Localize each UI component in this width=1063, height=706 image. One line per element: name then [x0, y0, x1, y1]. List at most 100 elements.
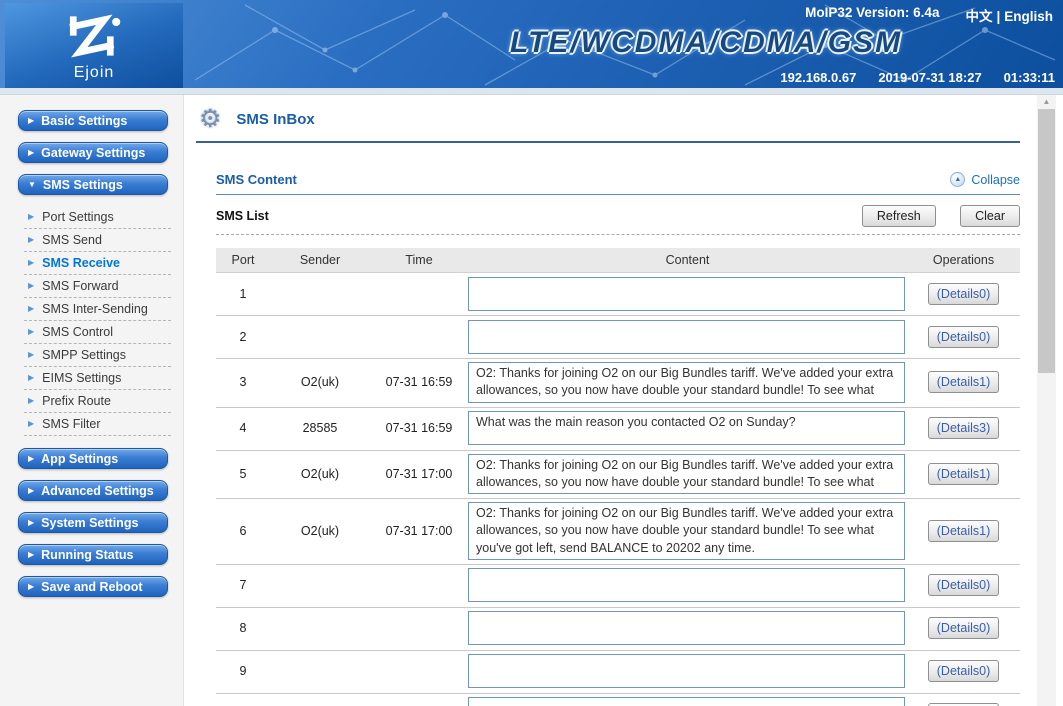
submenu-arrow-icon: ▶ — [28, 327, 35, 336]
sidebar-group-advanced-settings[interactable]: ▶ Advanced Settings — [18, 480, 168, 501]
chevron-right-icon: ▶ — [28, 147, 35, 157]
chevron-right-icon: ▶ — [28, 453, 35, 463]
port-cell: 3 — [239, 375, 247, 390]
table-header: Port Sender Time Content Operations — [216, 248, 1020, 273]
gear-icon: ⚙ — [199, 105, 222, 133]
sidebar-item-sms-inter-sending[interactable]: ▶ SMS Inter-Sending — [24, 298, 171, 321]
sidebar-group-basic-settings[interactable]: ▶ Basic Settings — [18, 110, 168, 131]
sidebar-item-port-settings[interactable]: ▶ Port Settings — [24, 206, 171, 229]
details-button[interactable]: (Details3) — [927, 417, 1000, 439]
table-row: 4 28585 07-31 16:59 What was the main re… — [216, 408, 1020, 451]
table-row: 5 O2(uk) 07-31 17:00 O2: Thanks for join… — [216, 451, 1020, 499]
sidebar-item-label: SMS Inter-Sending — [42, 302, 148, 316]
port-cell: 7 — [239, 578, 247, 593]
submenu-arrow-icon: ▶ — [28, 258, 35, 267]
lang-english-link[interactable]: English — [1004, 9, 1053, 24]
ejoin-logo-icon — [69, 14, 121, 57]
scrollbar-thumb[interactable] — [1038, 109, 1055, 373]
details-button[interactable]: (Details0) — [927, 617, 1000, 640]
time-cell: 07-31 16:59 — [385, 375, 453, 390]
collapse-label: Collapse — [971, 172, 1020, 187]
content-box — [468, 319, 905, 354]
sidebar-item-sms-filter[interactable]: ▶ SMS Filter — [24, 413, 171, 436]
chevron-right-icon: ▶ — [28, 517, 35, 527]
device-uptime: 01:33:11 — [1003, 70, 1055, 85]
port-cell: 6 — [239, 523, 247, 538]
details-button[interactable]: (Details1) — [927, 462, 1000, 485]
sender-cell: O2(uk) — [300, 375, 340, 390]
time-cell: 07-31 17:00 — [385, 523, 453, 538]
column-header-time: Time — [405, 253, 433, 267]
table-row: 3 O2(uk) 07-31 16:59 O2: Thanks for join… — [216, 359, 1020, 408]
sidebar-item-eims-settings[interactable]: ▶ EIMS Settings — [24, 367, 171, 390]
main-content: ⚙ SMS InBox SMS Content ▲ Collapse SMS L… — [184, 95, 1063, 706]
lang-chinese-link[interactable]: 中文 — [965, 9, 992, 24]
sidebar-group-label: Advanced Settings — [41, 483, 154, 498]
sidebar-group-running-status[interactable]: ▶ Running Status — [18, 544, 168, 565]
content-box — [468, 276, 905, 311]
details-button[interactable]: (Details1) — [927, 371, 1000, 394]
collapse-toggle[interactable]: ▲ Collapse — [950, 172, 1020, 187]
clear-button[interactable]: Clear — [960, 205, 1020, 227]
submenu-arrow-icon: ▶ — [28, 350, 35, 359]
column-header-content: Content — [665, 253, 710, 267]
sms-table: Port Sender Time Content Operations 1 (D… — [216, 248, 1020, 706]
time-cell: 07-31 17:00 — [385, 466, 453, 481]
collapse-icon: ▲ — [950, 172, 966, 187]
details-button[interactable]: (Details1) — [927, 519, 1000, 542]
sidebar-group-label: SMS Settings — [42, 177, 123, 192]
sidebar-group-label: Gateway Settings — [41, 145, 146, 160]
sidebar-group-app-settings[interactable]: ▶ App Settings — [18, 448, 168, 469]
sidebar-item-label: SMS Control — [42, 325, 114, 339]
submenu-arrow-icon: ▶ — [28, 373, 35, 382]
column-header-port: Port — [231, 253, 255, 267]
sidebar-group-sms-settings[interactable]: ▼ SMS Settings — [18, 174, 168, 195]
table-row: 6 O2(uk) 07-31 17:00 O2: Thanks for join… — [216, 499, 1020, 565]
sender-cell: O2(uk) — [300, 466, 340, 481]
sidebar-item-label: SMS Send — [42, 233, 102, 247]
details-button[interactable]: (Details0) — [927, 325, 1000, 348]
section-title: SMS Content — [216, 172, 297, 187]
chevron-down-icon: ▼ — [28, 179, 36, 189]
details-button[interactable]: (Details0) — [927, 574, 1000, 597]
refresh-button[interactable]: Refresh — [861, 205, 936, 227]
time-cell: 07-31 16:59 — [385, 421, 453, 435]
sidebar-item-sms-receive[interactable]: ▶ SMS Receive — [24, 252, 171, 275]
scrollbar-up-arrow-icon[interactable]: ▲ — [1037, 95, 1056, 108]
sidebar-item-label: SMS Receive — [42, 256, 120, 270]
sidebar-item-sms-send[interactable]: ▶ SMS Send — [24, 229, 171, 252]
sidebar-group-system-settings[interactable]: ▶ System Settings — [18, 512, 168, 533]
device-datetime: 2019-07-31 18:27 — [878, 70, 982, 85]
sidebar-group-label: Running Status — [41, 547, 134, 562]
submenu-arrow-icon: ▶ — [28, 304, 35, 313]
table-row: 7 (Details0) — [216, 565, 1020, 608]
device-ip: 192.168.0.67 — [780, 70, 857, 85]
sidebar-item-smpp-settings[interactable]: ▶ SMPP Settings — [24, 344, 171, 367]
port-cell: 8 — [239, 621, 247, 636]
sidebar-item-sms-control[interactable]: ▶ SMS Control — [24, 321, 171, 344]
sender-cell: O2(uk) — [300, 523, 340, 538]
top-header: Ejoin MoIP32 Version: 6.4a 中文 | English LT… — [0, 0, 1063, 88]
submenu-arrow-icon: ▶ — [28, 281, 35, 290]
sidebar-item-prefix-route[interactable]: ▶ Prefix Route — [24, 390, 171, 413]
sidebar-group-gateway-settings[interactable]: ▶ Gateway Settings — [18, 142, 168, 163]
content-box — [468, 697, 905, 706]
vertical-scrollbar[interactable]: ▲ — [1037, 95, 1056, 706]
sidebar-group-save-and-reboot[interactable]: ▶ Save and Reboot — [18, 576, 168, 597]
content-box: O2: Thanks for joining O2 on our Big Bun… — [468, 362, 905, 403]
table-row: 2 (Details0) — [216, 316, 1020, 359]
port-cell: 1 — [239, 286, 247, 301]
chevron-right-icon: ▶ — [28, 549, 35, 559]
sidebar-item-label: SMS Forward — [42, 279, 119, 293]
sidebar-item-label: SMPP Settings — [42, 348, 126, 362]
page-title: SMS InBox — [236, 111, 315, 128]
details-button[interactable]: (Details0) — [927, 282, 1000, 305]
sidebar-item-sms-forward[interactable]: ▶ SMS Forward — [24, 275, 171, 298]
sidebar-item-label: SMS Filter — [42, 417, 101, 431]
sms-list-title: SMS List — [216, 209, 269, 223]
details-button[interactable]: (Details0) — [927, 660, 1000, 683]
sms-settings-submenu: ▶ Port Settings ▶ SMS Send ▶ SMS Receive… — [24, 206, 171, 436]
sender-cell: 28585 — [302, 421, 338, 435]
table-row: 10 (Details0) — [216, 694, 1020, 706]
sidebar-item-label: EIMS Settings — [42, 371, 122, 385]
